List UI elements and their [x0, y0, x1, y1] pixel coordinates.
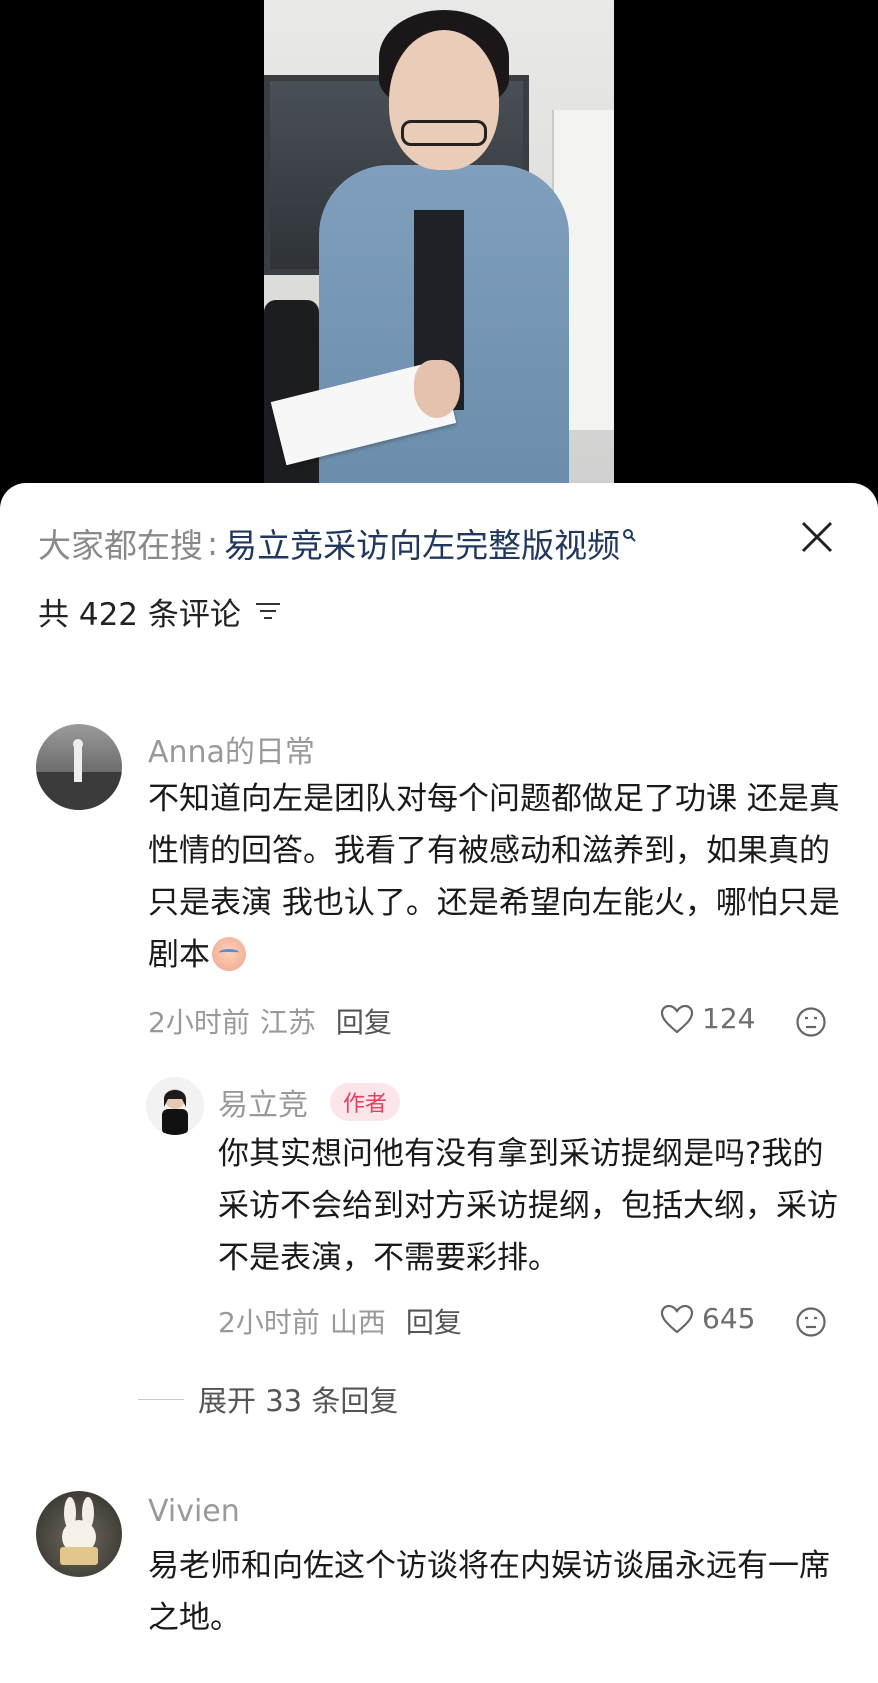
- comment-count: 共 422 条评论: [38, 596, 241, 633]
- avatar-image: [36, 739, 122, 810]
- trending-search-label: 大家都在搜: [38, 526, 203, 565]
- person-face: [389, 30, 499, 170]
- reply-like-count: 645: [702, 1302, 756, 1335]
- heart-icon: [660, 1004, 694, 1033]
- comment-body: 不知道向左是团队对每个问题都做足了功课 还是真性情的回答。我看了有被感动和滋养到…: [148, 781, 840, 973]
- like-count: 124: [702, 1002, 756, 1035]
- close-icon: [801, 521, 833, 553]
- trending-search-query[interactable]: 易立竞采访向左完整版视频: [224, 519, 620, 567]
- comment-username[interactable]: Vivien: [148, 1494, 240, 1529]
- reply-reply-button[interactable]: 回复: [406, 1301, 462, 1341]
- reply-like-button[interactable]: 645: [660, 1302, 755, 1335]
- reply-location: 山西: [329, 1306, 386, 1339]
- divider-line: [138, 1398, 184, 1400]
- crying-emoji-icon: [212, 937, 246, 971]
- trending-search-separator: :: [207, 523, 219, 563]
- person-glasses: [401, 120, 487, 146]
- comment-meta: 2小时前 江苏 回复: [148, 1001, 392, 1041]
- reply-avatar[interactable]: [146, 1077, 204, 1135]
- dislike-face-icon[interactable]: [795, 1306, 827, 1338]
- comment-text: 不知道向左是团队对每个问题都做足了功课 还是真性情的回答。我看了有被感动和滋养到…: [148, 773, 848, 981]
- reply-avatar-image: [162, 1089, 188, 1135]
- avatar[interactable]: [36, 1491, 122, 1577]
- expand-replies-button[interactable]: 展开 33 条回复: [138, 1378, 398, 1420]
- comment-count-row: 共 422 条评论: [38, 591, 283, 633]
- reply-username[interactable]: 易立竞: [218, 1080, 308, 1124]
- close-button[interactable]: [795, 515, 839, 559]
- comment-location: 江苏: [259, 1006, 316, 1039]
- bunny-avatar-image: [60, 1497, 98, 1565]
- dislike-face-icon[interactable]: [795, 1006, 827, 1038]
- comment-text: 易老师和向佐这个访谈将在内娱访谈届永远有一席之地。: [148, 1548, 830, 1636]
- reply-button[interactable]: 回复: [336, 1001, 392, 1041]
- reply-text: 你其实想问他有没有拿到采访提纲是吗?我的采访不会给到对方采访提纲，包括大纲，采访…: [218, 1136, 838, 1276]
- reply-meta: 2小时前 山西 回复: [218, 1301, 462, 1341]
- comment-username[interactable]: Anna的日常: [148, 727, 315, 771]
- person-hand: [414, 360, 460, 418]
- sort-icon[interactable]: [253, 598, 283, 624]
- expand-replies-label: 展开 33 条回复: [198, 1384, 399, 1418]
- avatar[interactable]: [36, 724, 122, 810]
- reply-time: 2小时前: [218, 1306, 320, 1339]
- heart-icon: [660, 1304, 694, 1333]
- video-player[interactable]: [264, 0, 614, 490]
- comment-time: 2小时前: [148, 1006, 250, 1039]
- author-badge: 作者: [330, 1083, 401, 1121]
- trending-search[interactable]: 大家都在搜 : 易立竞采访向左完整版视频: [38, 523, 636, 565]
- comment-sheet: 大家都在搜 : 易立竞采访向左完整版视频 共 422 条评论 Anna的日常 不…: [0, 483, 878, 1683]
- search-icon: [623, 529, 636, 542]
- like-button[interactable]: 124: [660, 1002, 755, 1035]
